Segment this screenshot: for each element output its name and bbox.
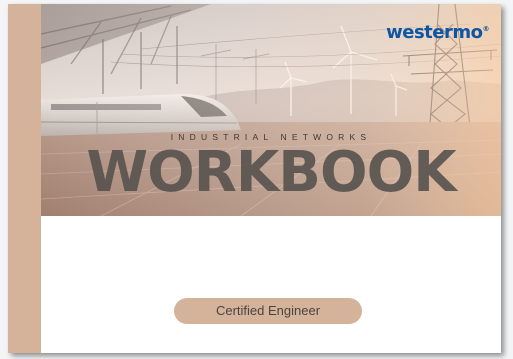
certified-engineer-badge: Certified Engineer	[174, 298, 362, 324]
workbook-cover: westermo® INDUSTRIAL NETWORKS WORKBOOK C…	[8, 4, 501, 353]
cover-title: WORKBOOK	[86, 140, 456, 205]
book-spine	[8, 4, 41, 353]
logo-text: westermo	[386, 22, 483, 43]
registered-mark: ®	[482, 25, 490, 33]
cover-photo-train-wind-turbines: westermo® INDUSTRIAL NETWORKS WORKBOOK	[41, 4, 501, 216]
cover-lower-panel: Certified Engineer	[41, 216, 501, 353]
westermo-logo: westermo®	[386, 22, 489, 43]
